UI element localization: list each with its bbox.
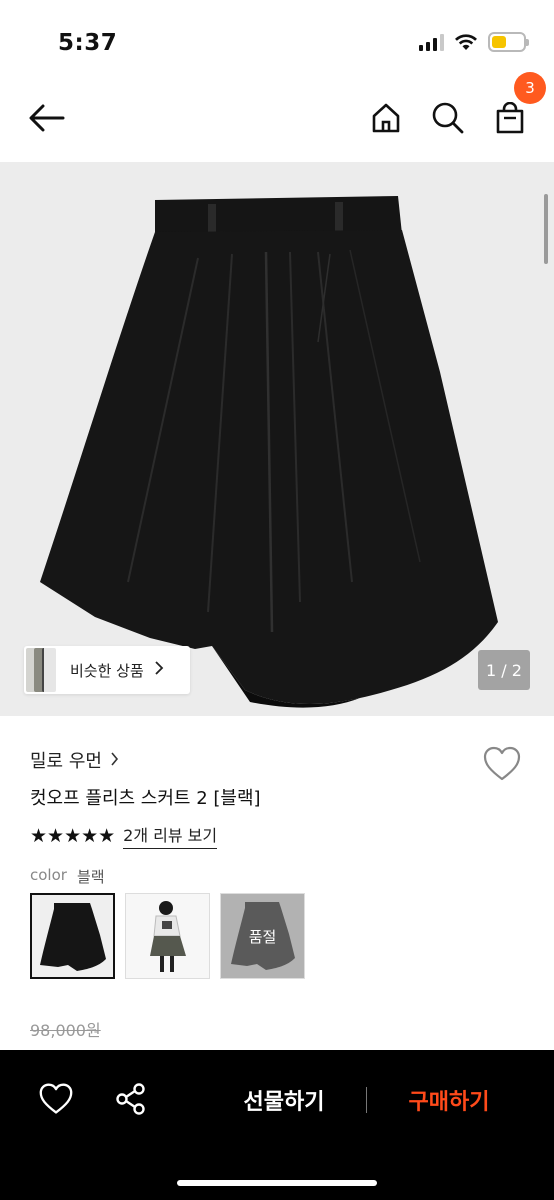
heart-icon [483, 746, 521, 781]
cart-count-badge: 3 [514, 72, 546, 104]
back-button[interactable] [26, 96, 66, 140]
rating-row: ★★★★★ 2개 리뷰 보기 [30, 822, 218, 849]
swatch-black-skirt[interactable] [30, 893, 115, 979]
search-button[interactable] [428, 96, 468, 140]
product-name: 컷오프 플리츠 스커트 2 [블랙] [30, 788, 261, 809]
status-bar: 5:37 [0, 0, 554, 80]
status-time: 5:37 [58, 30, 118, 56]
brand-name: 밀로 우먼 [30, 751, 102, 772]
product-photo [40, 196, 498, 708]
chevron-right-icon [154, 661, 164, 679]
soldout-label: 품절 [248, 927, 277, 946]
scroll-indicator [544, 194, 548, 264]
share-icon [116, 1083, 145, 1115]
similar-products-label: 비슷한 상품 [70, 661, 144, 680]
wifi-icon [455, 34, 477, 50]
color-value: 블랙 [76, 868, 105, 886]
model-look-thumbnail [126, 894, 209, 978]
bottom-action-bar: 선물하기 구매하기 [0, 1050, 554, 1200]
cellular-signal-icon [419, 33, 444, 51]
product-image-gallery[interactable]: 비슷한 상품 1 / 2 [0, 162, 554, 716]
divider [366, 1087, 367, 1113]
review-link[interactable]: 2개 리뷰 보기 [123, 822, 218, 849]
soldout-overlay: 품절 [221, 894, 304, 978]
color-label: color [30, 866, 67, 884]
heart-icon [39, 1083, 73, 1114]
arrow-left-icon [29, 104, 65, 132]
original-price: 98,000원 [30, 1021, 101, 1040]
cart-button[interactable]: 3 [490, 72, 546, 140]
shopping-bag-icon [496, 102, 524, 134]
wishlist-button[interactable] [482, 745, 522, 783]
swatch-gray-skirt[interactable]: 품절 [220, 893, 305, 979]
color-swatches: 품절 [30, 893, 305, 979]
share-button[interactable] [114, 1082, 150, 1118]
buy-button[interactable]: 구매하기 [385, 1080, 513, 1120]
similar-products-button[interactable]: 비슷한 상품 [24, 646, 190, 694]
color-row: color 블랙 [30, 866, 105, 887]
search-icon [432, 102, 464, 134]
similar-product-thumbnails [24, 646, 58, 694]
home-button[interactable] [366, 96, 406, 140]
image-page-indicator: 1 / 2 [478, 650, 530, 690]
gift-button[interactable]: 선물하기 [220, 1080, 348, 1120]
home-indicator [177, 1180, 377, 1186]
rating-stars: ★★★★★ [30, 824, 116, 847]
home-icon [372, 103, 400, 133]
status-icons [419, 32, 529, 52]
top-navigation: 3 [0, 72, 554, 162]
chevron-right-icon [110, 751, 119, 770]
swatch-model-look[interactable] [125, 893, 210, 979]
brand-link[interactable]: 밀로 우먼 [30, 747, 119, 773]
black-skirt-thumbnail [32, 895, 113, 977]
battery-icon [488, 32, 529, 52]
bottom-wishlist-button[interactable] [38, 1082, 74, 1118]
